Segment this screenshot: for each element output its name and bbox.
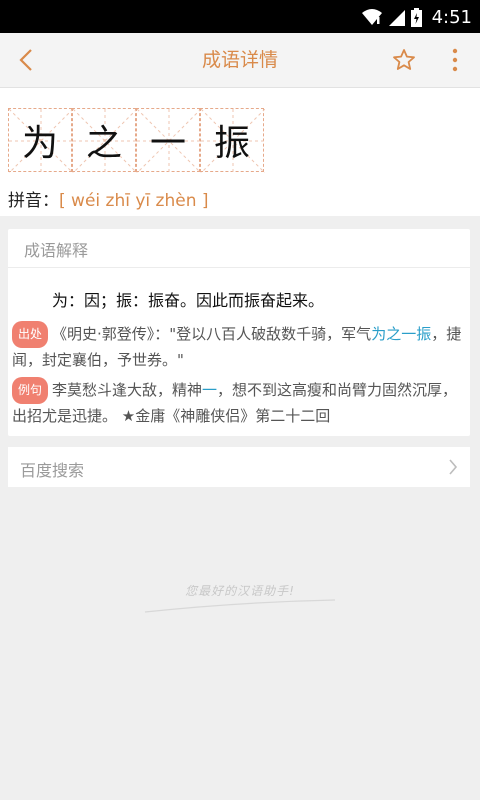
idiom-char: 一 [149,123,186,164]
wifi-icon [361,9,382,26]
pinyin-value: [ wéi zhī yī zhèn ] [59,191,209,211]
character-grid: 为 之 一 振 [8,108,265,173]
pinyin-row: 拼音：[ wéi zhī yī zhèn ] [8,186,209,211]
source-highlight[interactable]: 为之一振 [371,325,431,343]
example-row: 例句 李莫愁斗逢大敌，精神一，想不到这高瘦和尚臂力固然沉厚，出招尤是迅捷。 ★金庸… [12,377,464,429]
back-button[interactable] [8,42,44,78]
idiom-char: 之 [85,123,122,164]
more-menu-button[interactable] [440,42,470,78]
char-cell: 为 [8,108,73,173]
example-highlight[interactable]: 一 [202,381,217,399]
idiom-header: 为 之 一 振 拼音：[wéi zhī yī zhèn] [0,88,480,216]
signal-icon [388,10,405,26]
divider [8,267,470,268]
source-text-before: 《明史·郭登传》："登以八百人破敌数千骑，军气 [52,325,372,343]
meaning-text: 为：因；振：振奋。因此而振奋起来。 [52,291,325,310]
example-text-before: 李莫愁斗逢大敌，精神 [52,381,203,399]
status-icons: 4:51 [361,6,472,28]
status-bar: 4:51 [0,0,480,33]
idiom-char: 为 [21,123,58,164]
status-time: 4:51 [431,6,472,28]
star-icon [393,49,415,70]
source-row: 出处 《明史·郭登传》："登以八百人破敌数千骑，军气为之一振，捷闻，封定襄伯，予世… [12,321,464,373]
source-tag: 出处 [12,321,49,348]
search-label: 百度搜索 [20,461,85,480]
char-cell: 振 [200,108,265,173]
pinyin-label: 拼音： [8,191,59,211]
char-cell: 之 [72,108,137,173]
char-cell: 一 [136,108,201,173]
battery-icon [410,7,422,27]
chevron-left-icon [19,49,32,71]
example-tag: 例句 [12,377,49,404]
favorite-button[interactable] [386,42,422,78]
chevron-right-icon [449,459,458,475]
baidu-search-button[interactable]: 百度搜索 [8,447,470,487]
swoosh-decoration [144,599,336,613]
app-bar: 成语详情 [0,33,480,88]
more-vertical-icon [452,48,458,72]
section-title: 成语解释 [24,241,89,260]
explanation-card: 成语解释 为：因；振：振奋。因此而振奋起来。 出处 《明史·郭登传》："登以八百人… [8,229,470,436]
idiom-char: 振 [213,123,250,164]
